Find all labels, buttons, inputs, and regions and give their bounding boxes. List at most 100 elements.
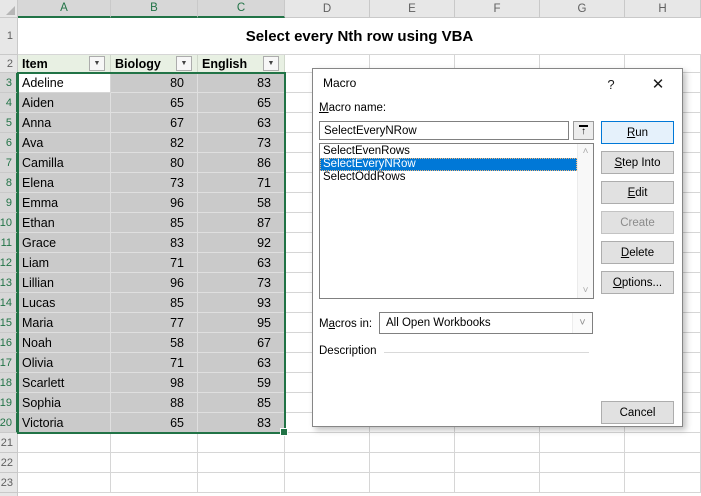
row-header-19[interactable]: 19 (0, 393, 18, 413)
row-header-18[interactable]: 18 (0, 373, 18, 393)
cell-A15[interactable]: Maria (18, 313, 111, 333)
macro-list-scrollbar[interactable]: ˄ ˅ (577, 144, 593, 298)
row-header-5[interactable]: 5 (0, 113, 18, 133)
filter-button-B[interactable]: ▼ (176, 56, 192, 71)
step-into-button[interactable]: Step Into (601, 151, 674, 174)
cell-C18[interactable]: 59 (198, 373, 285, 393)
row-header-8[interactable]: 8 (0, 173, 18, 193)
cell-B12[interactable]: 71 (111, 253, 198, 273)
cell-C8[interactable]: 71 (198, 173, 285, 193)
row-header-3[interactable]: 3 (0, 73, 18, 93)
close-icon[interactable]: ✕ (643, 73, 673, 95)
table-header-biology[interactable]: Biology▼ (111, 55, 198, 73)
filter-button-C[interactable]: ▼ (263, 56, 279, 71)
cell-G21[interactable] (540, 433, 625, 453)
row-header-14[interactable]: 14 (0, 293, 18, 313)
scroll-down-icon[interactable]: ˅ (578, 285, 593, 296)
row-header-6[interactable]: 6 (0, 133, 18, 153)
cell-B9[interactable]: 96 (111, 193, 198, 213)
column-header-C[interactable]: C (198, 0, 285, 18)
row-header-12[interactable]: 12 (0, 253, 18, 273)
cell-A19[interactable]: Sophia (18, 393, 111, 413)
cell-B17[interactable]: 71 (111, 353, 198, 373)
cell-C4[interactable]: 65 (198, 93, 285, 113)
chevron-down-icon[interactable]: ˅ (572, 313, 592, 333)
column-header-E[interactable]: E (370, 0, 455, 18)
cell-A16[interactable]: Noah (18, 333, 111, 353)
fill-handle[interactable] (280, 428, 288, 436)
cell-C3[interactable]: 83 (198, 73, 285, 93)
row-header-9[interactable]: 9 (0, 193, 18, 213)
cell-C19[interactable]: 85 (198, 393, 285, 413)
cell-C13[interactable]: 73 (198, 273, 285, 293)
cell-A6[interactable]: Ava (18, 133, 111, 153)
cell-G23[interactable] (540, 473, 625, 493)
cell-C6[interactable]: 73 (198, 133, 285, 153)
cell-C10[interactable]: 87 (198, 213, 285, 233)
cell-C22[interactable] (198, 453, 285, 473)
cell-C21[interactable] (198, 433, 285, 453)
column-header-A[interactable]: A (18, 0, 111, 18)
cell-A17[interactable]: Olivia (18, 353, 111, 373)
column-header-D[interactable]: D (285, 0, 370, 18)
cell-A7[interactable]: Camilla (18, 153, 111, 173)
row-header-4[interactable]: 4 (0, 93, 18, 113)
cell-A11[interactable]: Grace (18, 233, 111, 253)
cell-C11[interactable]: 92 (198, 233, 285, 253)
delete-button[interactable]: Delete (601, 241, 674, 264)
table-header-english[interactable]: English▼ (198, 55, 285, 73)
cell-B6[interactable]: 82 (111, 133, 198, 153)
cell-D22[interactable] (285, 453, 370, 473)
cell-A20[interactable]: Victoria (18, 413, 111, 433)
cell-A22[interactable] (18, 453, 111, 473)
cell-B14[interactable]: 85 (111, 293, 198, 313)
cell-B7[interactable]: 80 (111, 153, 198, 173)
row-header-15[interactable]: 15 (0, 313, 18, 333)
cell-A3[interactable]: Adeline (18, 73, 111, 93)
macro-list-item[interactable]: SelectEveryNRow (320, 158, 577, 171)
cell-F21[interactable] (455, 433, 540, 453)
filter-button-A[interactable]: ▼ (89, 56, 105, 71)
cell-E22[interactable] (370, 453, 455, 473)
column-header-F[interactable]: F (455, 0, 540, 18)
cell-A10[interactable]: Ethan (18, 213, 111, 233)
cell-C20[interactable]: 83 (198, 413, 285, 433)
row-header-22[interactable]: 22 (0, 453, 18, 473)
cell-H21[interactable] (625, 433, 701, 453)
help-button[interactable]: ? (596, 73, 626, 95)
cell-H23[interactable] (625, 473, 701, 493)
cell-A12[interactable]: Liam (18, 253, 111, 273)
scroll-up-icon[interactable]: ˄ (578, 146, 593, 157)
cell-F22[interactable] (455, 453, 540, 473)
row-header-7[interactable]: 7 (0, 153, 18, 173)
edit-button[interactable]: Edit (601, 181, 674, 204)
cell-B18[interactable]: 98 (111, 373, 198, 393)
row-header-23[interactable]: 23 (0, 473, 18, 493)
column-header-B[interactable]: B (111, 0, 198, 18)
cell-C17[interactable]: 63 (198, 353, 285, 373)
cell-A4[interactable]: Aiden (18, 93, 111, 113)
select-all-button[interactable] (0, 0, 18, 18)
cell-G22[interactable] (540, 453, 625, 473)
cell-E21[interactable] (370, 433, 455, 453)
cell-F23[interactable] (455, 473, 540, 493)
cell-C16[interactable]: 67 (198, 333, 285, 353)
column-header-H[interactable]: H (625, 0, 701, 18)
row-header-20[interactable]: 20 (0, 413, 18, 433)
cell-A21[interactable] (18, 433, 111, 453)
macros-in-dropdown[interactable]: All Open Workbooks ˅ (379, 312, 593, 334)
cell-C14[interactable]: 93 (198, 293, 285, 313)
cell-C9[interactable]: 58 (198, 193, 285, 213)
cell-B5[interactable]: 67 (111, 113, 198, 133)
cell-A23[interactable] (18, 473, 111, 493)
options-button[interactable]: Options... (601, 271, 674, 294)
cell-C5[interactable]: 63 (198, 113, 285, 133)
cell-B15[interactable]: 77 (111, 313, 198, 333)
cell-A5[interactable]: Anna (18, 113, 111, 133)
cell-B20[interactable]: 65 (111, 413, 198, 433)
cell-A9[interactable]: Emma (18, 193, 111, 213)
cell-H22[interactable] (625, 453, 701, 473)
table-header-item[interactable]: Item▼ (18, 55, 111, 73)
cell-A18[interactable]: Scarlett (18, 373, 111, 393)
collapse-dialog-button[interactable]: ↑ (573, 121, 594, 140)
